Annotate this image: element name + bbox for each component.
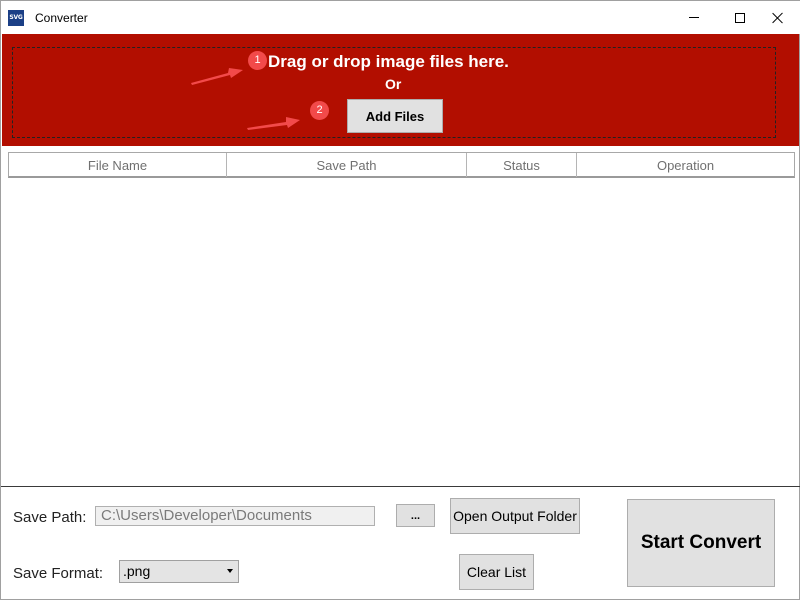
file-table-body[interactable] (8, 178, 795, 483)
column-header-operation[interactable]: Operation (577, 153, 794, 177)
minimize-button[interactable] (671, 1, 717, 34)
close-button[interactable] (755, 1, 800, 34)
save-path-label: Save Path: (13, 509, 87, 526)
close-icon (772, 12, 784, 24)
save-path-input[interactable]: C:\Users\Developer\Documents (95, 506, 375, 526)
minimize-icon (689, 17, 699, 18)
column-header-status[interactable]: Status (467, 153, 577, 177)
title-bar: SVG Converter (1, 1, 800, 34)
step-badge-1: 1 (248, 51, 267, 70)
browse-button[interactable]: ... (396, 504, 435, 527)
svg-app-icon: SVG (8, 10, 24, 26)
file-table-header: File Name Save Path Status Operation (8, 152, 795, 178)
step-badge-2: 2 (310, 101, 329, 120)
converter-window: SVG Converter 1 Drag or drop image files… (0, 0, 800, 600)
save-format-value: .png (123, 563, 151, 579)
add-files-button[interactable]: Add Files (347, 99, 443, 133)
arrow-icon-2 (247, 117, 300, 130)
column-header-save-path[interactable]: Save Path (227, 153, 467, 177)
chevron-down-icon (227, 569, 233, 573)
maximize-icon (735, 12, 745, 23)
open-output-folder-button[interactable]: Open Output Folder (450, 498, 580, 534)
arrow-icon-1 (191, 68, 243, 85)
save-format-label: Save Format: (13, 565, 104, 582)
drop-zone[interactable]: 1 Drag or drop image files here. Or 2 Ad… (2, 34, 799, 146)
drop-zone-or-text: Or (385, 76, 402, 92)
drop-zone-title: Drag or drop image files here. (268, 52, 509, 71)
start-convert-button[interactable]: Start Convert (627, 499, 775, 587)
window-title: Converter (35, 11, 88, 25)
bottom-divider (1, 486, 800, 487)
save-format-select[interactable]: .png (119, 560, 239, 583)
column-header-file-name[interactable]: File Name (9, 153, 227, 177)
clear-list-button[interactable]: Clear List (459, 554, 534, 590)
